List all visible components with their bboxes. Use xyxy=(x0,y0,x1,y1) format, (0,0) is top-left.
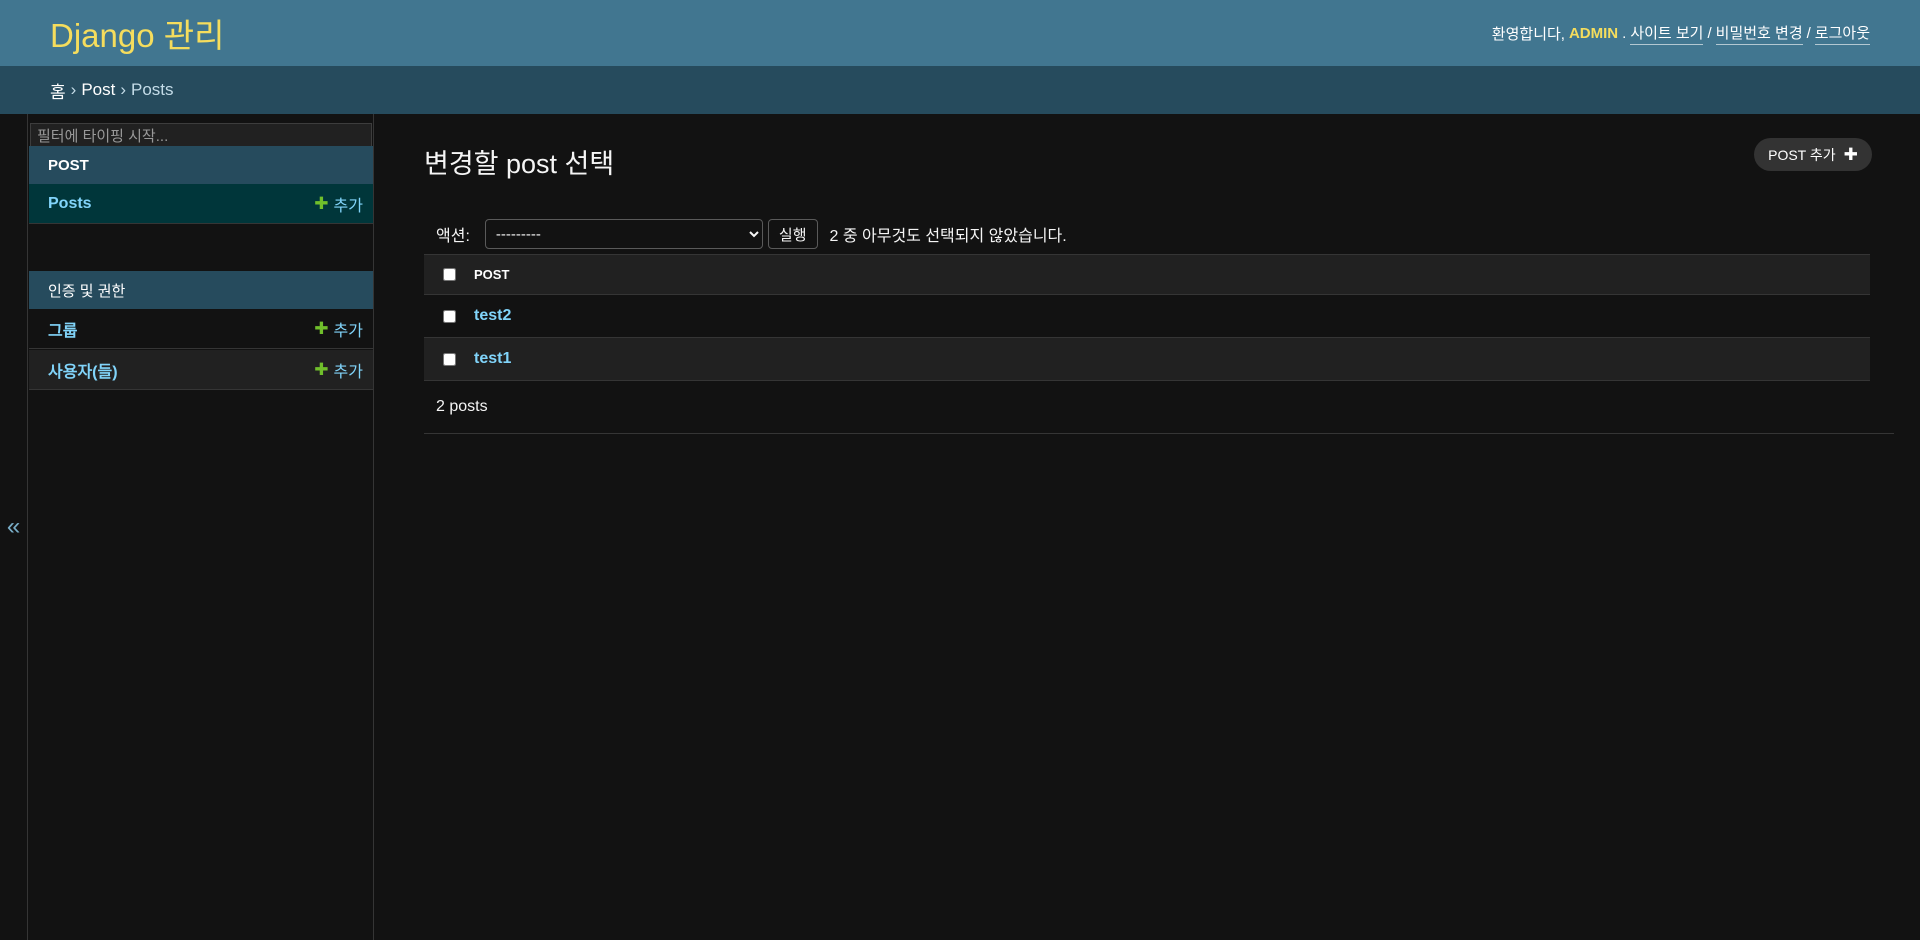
add-label: 추가 xyxy=(333,322,363,340)
plus-icon: ✚ xyxy=(314,359,329,379)
nav-sidebar: POST Posts ✚ 추가 인증 및 권한 그룹 ✚ 추가 사용자(들) ✚… xyxy=(28,114,374,940)
view-site-link[interactable]: 사이트 보기 xyxy=(1630,22,1704,45)
logout-link[interactable]: 로그아웃 xyxy=(1814,22,1870,45)
sidebar-item-posts: Posts ✚ 추가 xyxy=(29,184,373,224)
module-caption-post[interactable]: POST xyxy=(29,146,373,184)
action-select[interactable]: --------- xyxy=(484,219,763,249)
user-tools-separator: / xyxy=(1806,24,1811,42)
user-tools-separator: / xyxy=(1707,24,1712,42)
add-user-link[interactable]: ✚ 추가 xyxy=(314,358,363,382)
table-row: test1 xyxy=(424,338,1870,381)
select-all-checkbox[interactable] xyxy=(442,268,456,281)
action-label: 액션: xyxy=(436,228,470,245)
paginator: 2 posts xyxy=(424,380,1894,434)
page-title: 변경할 post 선택 xyxy=(424,149,615,179)
breadcrumb-app[interactable]: Post xyxy=(81,80,115,100)
select-all-cell xyxy=(424,268,474,281)
breadcrumb: 홈 › Post › Posts xyxy=(0,66,1920,114)
sidebar-item-label[interactable]: 그룹 xyxy=(48,317,77,341)
user-name: ADMIN xyxy=(1568,24,1619,42)
change-password-link[interactable]: 비밀번호 변경 xyxy=(1715,22,1803,45)
row-checkbox[interactable] xyxy=(442,352,456,366)
header: Django 관리 환영합니다, ADMIN. 사이트 보기 / 비밀번호 변경… xyxy=(0,0,1920,66)
welcome-text: 환영합니다, xyxy=(1491,25,1565,43)
add-label: 추가 xyxy=(333,197,363,215)
add-label: 추가 xyxy=(333,363,363,381)
row-link[interactable]: test2 xyxy=(474,307,511,325)
sidebar-item-label[interactable]: Posts xyxy=(48,195,92,213)
main-content: 변경할 post 선택 POST 추가 ✚ 액션: --------- 실행 2… xyxy=(424,114,1894,940)
plus-icon: ✚ xyxy=(1843,144,1858,164)
add-post-label: POST 추가 xyxy=(1768,146,1836,163)
add-posts-link[interactable]: ✚ 추가 xyxy=(314,192,363,216)
sidebar-item-groups: 그룹 ✚ 추가 xyxy=(29,309,373,349)
sidebar-item-users: 사용자(들) ✚ 추가 xyxy=(29,350,373,390)
breadcrumb-separator: › xyxy=(70,80,77,99)
row-select-cell xyxy=(424,352,474,366)
plus-icon: ✚ xyxy=(314,193,329,213)
actions-bar: 액션: --------- 실행 2 중 아무것도 선택되지 않았습니다. xyxy=(424,211,1870,257)
action-counter: 2 중 아무것도 선택되지 않았습니다. xyxy=(829,228,1067,245)
sidebar-item-label[interactable]: 사용자(들) xyxy=(48,358,118,382)
run-action-button[interactable]: 실행 xyxy=(767,219,818,249)
column-header-post[interactable]: POST xyxy=(474,267,509,282)
breadcrumb-separator: › xyxy=(120,80,127,99)
table-header-row: POST xyxy=(424,254,1870,295)
sidebar-toggle-icon[interactable]: « xyxy=(7,513,20,541)
breadcrumb-home[interactable]: 홈 xyxy=(50,78,66,103)
module-caption-auth[interactable]: 인증 및 권한 xyxy=(29,271,373,309)
sidebar-toggle-column: « xyxy=(0,114,28,940)
site-branding[interactable]: Django 관리 xyxy=(50,9,224,57)
add-group-link[interactable]: ✚ 추가 xyxy=(314,317,363,341)
user-tools: 환영합니다, ADMIN. 사이트 보기 / 비밀번호 변경 / 로그아웃 xyxy=(1492,22,1870,45)
row-link[interactable]: test1 xyxy=(474,350,511,368)
add-post-button[interactable]: POST 추가 ✚ xyxy=(1754,138,1872,171)
breadcrumb-current: Posts xyxy=(131,80,174,99)
row-checkbox[interactable] xyxy=(442,309,456,323)
row-select-cell xyxy=(424,309,474,323)
table-row: test2 xyxy=(424,295,1870,338)
plus-icon: ✚ xyxy=(314,318,329,338)
